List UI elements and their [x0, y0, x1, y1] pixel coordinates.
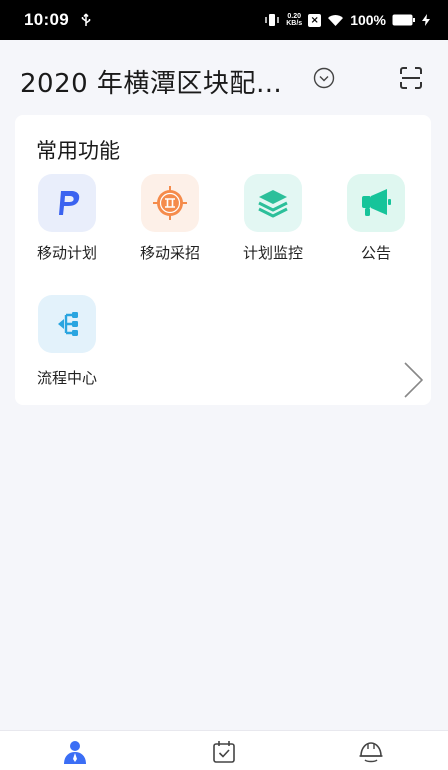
status-bar: 10:09 0.20 KB/s × 100%	[0, 0, 448, 40]
network-speed: 0.20 KB/s	[286, 13, 302, 27]
scan-icon[interactable]	[399, 66, 423, 90]
network-speed-unit: KB/s	[286, 20, 303, 27]
func-label: 公告	[360, 244, 391, 262]
common-functions-card: 常用功能 移动计划 移动采招 计划监控 公告 流程中心	[15, 115, 431, 405]
flow-icon	[38, 295, 96, 353]
func-label: 移动采招	[139, 244, 200, 262]
status-icons: 0.20 KB/s × 100%	[264, 12, 430, 28]
card-title: 常用功能	[36, 139, 120, 163]
header: 2020 年横潭区块配…	[0, 40, 448, 116]
user-icon[interactable]	[62, 739, 88, 765]
bottom-nav	[0, 730, 448, 770]
blocked-notification-icon: ×	[308, 13, 322, 27]
func-plan-monitor[interactable]: 计划监控	[225, 174, 321, 274]
func-announcement[interactable]: 公告	[328, 174, 424, 274]
charging-icon	[422, 14, 430, 26]
chevron-right-icon[interactable]	[400, 360, 428, 400]
vibrate-icon	[265, 14, 279, 26]
battery-percent: 100%	[350, 12, 386, 28]
func-process-center[interactable]: 流程中心	[19, 295, 115, 395]
calendar-check-icon[interactable]	[211, 739, 237, 765]
func-label: 移动计划	[36, 244, 97, 262]
target-icon	[141, 174, 199, 232]
usb-icon	[81, 13, 91, 26]
func-mobile-plan[interactable]: 移动计划	[19, 174, 115, 274]
layers-icon	[244, 174, 302, 232]
status-time: 10:09	[24, 10, 69, 29]
megaphone-icon	[347, 174, 405, 232]
wifi-icon	[328, 14, 344, 26]
page-title[interactable]: 2020 年横潭区块配…	[20, 63, 282, 100]
battery-icon	[392, 14, 415, 26]
helmet-icon[interactable]	[358, 739, 384, 765]
chevron-down-icon[interactable]	[313, 67, 335, 89]
p-icon	[38, 174, 96, 232]
network-speed-value: 0.20	[287, 13, 302, 20]
func-mobile-procurement[interactable]: 移动采招	[122, 174, 218, 274]
func-label: 计划监控	[242, 244, 303, 262]
func-label: 流程中心	[36, 369, 97, 387]
